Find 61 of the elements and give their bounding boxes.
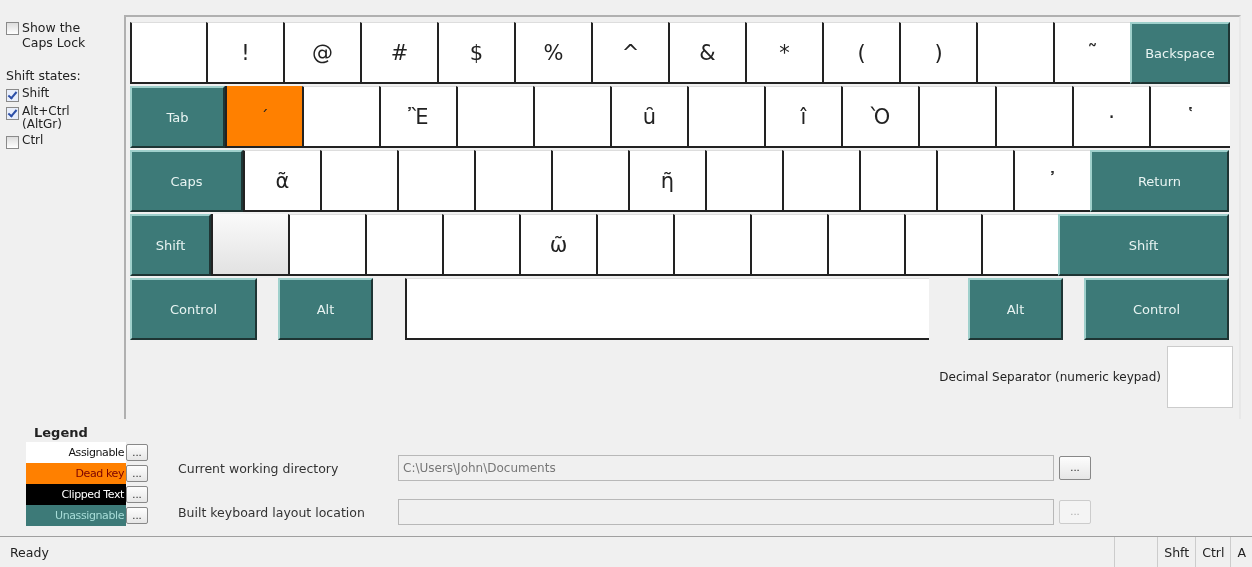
modifier-key[interactable]: Backspace [1130, 22, 1230, 84]
checkbox[interactable] [6, 22, 19, 35]
key[interactable]: $ [437, 22, 514, 84]
browse-button[interactable]: ... [1059, 456, 1091, 480]
field-label: Current working directory [178, 460, 340, 476]
legend-title: Legend [34, 425, 88, 440]
shift-states-label: Shift states: [6, 68, 81, 83]
key[interactable] [211, 214, 288, 276]
key[interactable]: · [1072, 86, 1149, 148]
caps-lock-checkbox[interactable]: Show the Caps Lock [6, 20, 112, 50]
shift-state-checkbox[interactable]: Shift [6, 87, 50, 102]
key[interactable]: ᾽ [1013, 150, 1090, 212]
key[interactable]: î [764, 86, 841, 148]
status-indicator: A [1230, 537, 1252, 567]
dead-key[interactable]: ´ [225, 86, 302, 148]
key[interactable]: Ὸ [841, 86, 918, 148]
key[interactable]: % [514, 22, 591, 84]
key[interactable]: ῶ [519, 214, 596, 276]
modifier-key[interactable]: Alt [278, 278, 373, 340]
modifier-key[interactable]: Shift [1058, 214, 1229, 276]
key[interactable]: ! [206, 22, 283, 84]
shift-state-checkbox[interactable]: Ctrl [6, 134, 44, 149]
color-button[interactable]: ... [126, 465, 148, 482]
key[interactable]: ᾶ [243, 150, 320, 212]
checkbox[interactable] [6, 107, 19, 120]
shift-state-checkbox[interactable]: Alt+Ctrl (AltGr) [6, 105, 112, 131]
key[interactable]: & [668, 22, 745, 84]
key[interactable]: ῀ [1053, 22, 1130, 84]
key[interactable]: * [745, 22, 822, 84]
status-message: Ready [9, 544, 49, 560]
modifier-key[interactable]: Caps [130, 150, 243, 212]
legend-swatch: Assignable [26, 442, 126, 463]
color-button[interactable]: ... [126, 486, 148, 503]
field-label: Built keyboard layout location [178, 504, 366, 520]
key[interactable]: ( [822, 22, 899, 84]
key[interactable]: Ἒ [379, 86, 456, 148]
decimal-separator-label: Decimal Separator (numeric keypad) [939, 370, 1161, 384]
key[interactable]: ῾ [1149, 86, 1230, 148]
legend-swatch: Unassignable [26, 505, 126, 526]
input-field[interactable]: C:\Users\John\Documents [398, 455, 1054, 481]
input-field[interactable] [398, 499, 1054, 525]
legend-swatch: Clipped Text [26, 484, 126, 505]
modifier-key[interactable]: Shift [130, 214, 211, 276]
key[interactable]: ῆ [628, 150, 705, 212]
legend-swatch: Dead key [26, 463, 126, 484]
modifier-key[interactable]: Return [1090, 150, 1229, 212]
status-indicator: Ctrl [1195, 537, 1231, 567]
checkbox[interactable] [6, 136, 19, 149]
color-button[interactable]: ... [126, 507, 148, 524]
key[interactable]: ^ [591, 22, 668, 84]
key[interactable]: @ [283, 22, 360, 84]
checkbox[interactable] [6, 89, 19, 102]
modifier-key[interactable]: Alt [968, 278, 1063, 340]
status-indicator: Shft [1157, 537, 1196, 567]
key[interactable]: ) [899, 22, 976, 84]
key[interactable]: # [360, 22, 437, 84]
modifier-key[interactable]: Control [1084, 278, 1229, 340]
modifier-key[interactable]: Tab [130, 86, 225, 148]
modifier-key[interactable]: Control [130, 278, 257, 340]
color-button[interactable]: ... [126, 444, 148, 461]
key[interactable]: ȗ [610, 86, 687, 148]
